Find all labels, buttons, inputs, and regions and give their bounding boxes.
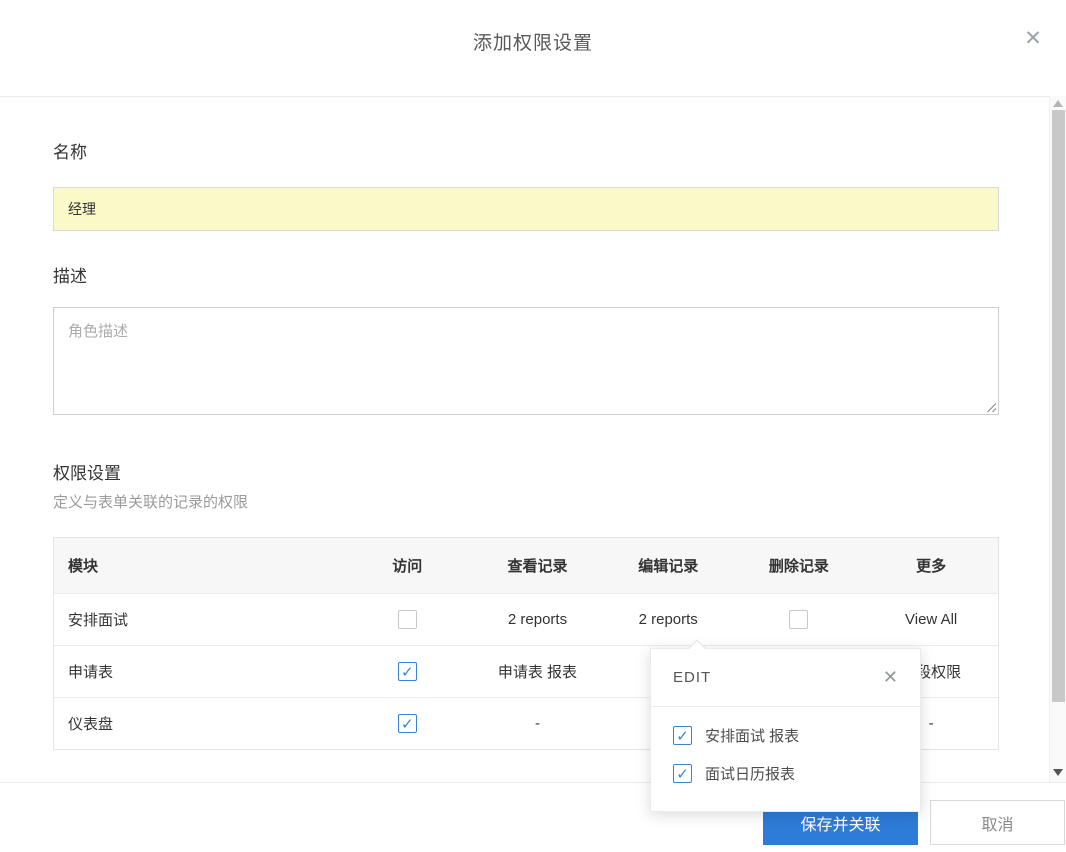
module-cell: 仪表盘 [54, 713, 342, 734]
column-header-module: 模块 [54, 555, 342, 576]
table-row: 安排面试 2 reports 2 reports View All [54, 593, 998, 645]
popup-title: EDIT [673, 669, 711, 686]
report-checkbox[interactable] [673, 726, 692, 745]
column-header-access: 访问 [342, 555, 472, 576]
delete-checkbox[interactable] [789, 610, 808, 629]
access-checkbox[interactable] [398, 610, 417, 629]
more-link[interactable]: View All [864, 611, 998, 628]
view-records-cell: - [472, 715, 603, 732]
column-header-delete: 删除记录 [734, 555, 865, 576]
permissions-subtitle: 定义与表单关联的记录的权限 [53, 491, 248, 512]
popup-report-item: 面试日历报表 [673, 763, 898, 784]
scrollbar-thumb[interactable] [1052, 110, 1065, 702]
vertical-scrollbar[interactable] [1049, 96, 1066, 782]
close-icon[interactable]: ✕ [1020, 26, 1046, 52]
access-checkbox[interactable] [398, 662, 417, 681]
popup-close-icon[interactable]: ✕ [883, 667, 898, 688]
edit-records-link[interactable]: 2 reports [603, 611, 734, 628]
column-header-more: 更多 [864, 555, 998, 576]
popup-report-item: 安排面试 报表 [673, 725, 898, 746]
view-records-link[interactable]: 2 reports [472, 611, 603, 628]
description-input[interactable] [53, 307, 999, 415]
page-title: 添加权限设置 [0, 28, 1066, 55]
scroll-down-icon[interactable] [1053, 769, 1063, 776]
description-label: 描述 [53, 262, 87, 287]
permissions-heading: 权限设置 [53, 459, 121, 484]
access-checkbox[interactable] [398, 714, 417, 733]
report-checkbox[interactable] [673, 764, 692, 783]
scroll-up-icon[interactable] [1053, 100, 1063, 107]
resize-handle-icon[interactable] [986, 402, 996, 412]
view-records-link[interactable]: 申请表 报表 [472, 661, 603, 682]
column-header-view: 查看记录 [472, 555, 603, 576]
cancel-button[interactable]: 取消 [930, 800, 1065, 845]
column-header-edit: 编辑记录 [603, 555, 734, 576]
name-input[interactable] [53, 187, 999, 231]
report-label: 面试日历报表 [705, 763, 795, 784]
module-cell: 安排面试 [54, 609, 342, 630]
table-header-row: 模块 访问 查看记录 编辑记录 删除记录 更多 [54, 538, 998, 593]
module-cell: 申请表 [54, 661, 342, 682]
header-divider [0, 96, 1066, 97]
report-label: 安排面试 报表 [705, 725, 799, 746]
edit-reports-popup: EDIT ✕ 安排面试 报表 面试日历报表 [650, 648, 921, 812]
name-label: 名称 [53, 138, 87, 163]
